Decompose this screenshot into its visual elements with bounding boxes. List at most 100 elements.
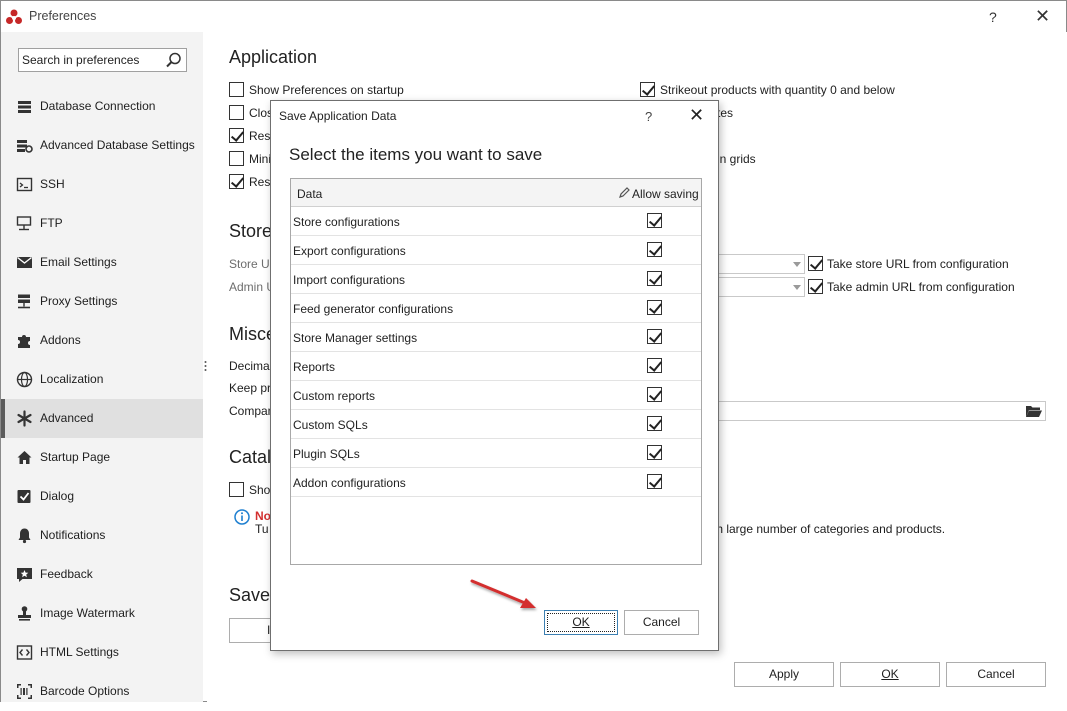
option-checkbox-4[interactable] <box>229 151 244 166</box>
admin-url-combo[interactable] <box>712 277 805 297</box>
table-row[interactable]: Export configurations <box>291 236 701 265</box>
take-store-url-label: Take store URL from configuration <box>827 257 1009 271</box>
allow-saving-checkbox[interactable] <box>647 474 662 489</box>
search-icon[interactable] <box>165 51 183 69</box>
sidebar-item-notifications[interactable]: Notifications <box>1 516 203 555</box>
sidebar-item-advanced[interactable]: Advanced <box>1 399 203 438</box>
help-button[interactable]: ? <box>989 9 997 25</box>
save-application-data-dialog: Save Application Data ? ✕ Select the ite… <box>270 100 719 651</box>
sidebar-item-barcode-options[interactable]: Barcode Options <box>1 672 203 711</box>
row-label: Custom reports <box>293 389 376 403</box>
database-settings-icon <box>17 140 33 153</box>
table-row[interactable]: Custom SQLs <box>291 410 701 439</box>
option-checkbox-2[interactable] <box>229 105 244 120</box>
sidebar-item-label: FTP <box>40 216 63 230</box>
grid-header: Data Allow saving <box>291 179 701 207</box>
sidebar-item-proxy-settings[interactable]: Proxy Settings <box>1 282 203 321</box>
dialog-ok-button[interactable]: OK <box>544 610 618 635</box>
sidebar-item-advanced-database-settings[interactable]: Advanced Database Settings <box>1 126 203 165</box>
dialog-close-button[interactable]: ✕ <box>689 105 704 126</box>
table-row[interactable]: Store configurations <box>291 207 701 236</box>
apply-button[interactable]: Apply <box>734 662 834 687</box>
allow-saving-checkbox[interactable] <box>647 416 662 431</box>
table-row[interactable]: Plugin SQLs <box>291 439 701 468</box>
table-row[interactable]: Import configurations <box>291 265 701 294</box>
chevron-down-icon <box>793 285 801 290</box>
table-row[interactable]: Reports <box>291 352 701 381</box>
terminal-icon <box>16 177 33 192</box>
pencil-icon <box>619 187 630 198</box>
server-icon <box>18 294 30 309</box>
app-logo-icon <box>6 9 22 24</box>
table-row[interactable]: Feed generator configurations <box>291 294 701 323</box>
ok-button-label: OK <box>881 667 899 681</box>
folder-open-icon[interactable] <box>1025 403 1043 419</box>
allow-saving-checkbox[interactable] <box>647 242 662 257</box>
bell-icon <box>18 528 31 544</box>
sidebar-item-feedback[interactable]: Feedback <box>1 555 203 594</box>
option-checkbox-5[interactable] <box>229 174 244 189</box>
sidebar-item-addons[interactable]: Addons <box>1 321 203 360</box>
option-checkbox-3[interactable] <box>229 128 244 143</box>
save-items-grid: Data Allow saving Store configurations E… <box>290 178 702 565</box>
title-bar: Preferences ? ✕ <box>1 1 1066 32</box>
sidebar-item-label: Dialog <box>40 489 75 503</box>
take-admin-url-label: Take admin URL from configuration <box>827 280 1015 294</box>
cancel-button[interactable]: Cancel <box>946 662 1046 687</box>
row-label: Plugin SQLs <box>293 447 360 461</box>
code-icon <box>16 645 33 660</box>
table-row[interactable]: Custom reports <box>291 381 701 410</box>
sidebar-item-label: HTML Settings <box>40 645 119 659</box>
catalog-show-checkbox[interactable] <box>229 482 244 497</box>
ok-button[interactable]: OK <box>840 662 940 687</box>
company-path-input[interactable] <box>712 401 1046 421</box>
allow-saving-checkbox[interactable] <box>647 329 662 344</box>
database-icon <box>18 101 31 113</box>
sidebar-item-image-watermark[interactable]: Image Watermark <box>1 594 203 633</box>
allow-saving-checkbox[interactable] <box>647 445 662 460</box>
sidebar-item-ftp[interactable]: FTP <box>1 204 203 243</box>
misc-heading: Misce <box>229 324 277 344</box>
option-label-4: Mini <box>249 152 272 166</box>
allow-saving-checkbox[interactable] <box>647 300 662 315</box>
dialog-help-button[interactable]: ? <box>645 109 652 124</box>
sidebar-item-dialog[interactable]: Dialog <box>1 477 203 516</box>
sidebar-item-label: Startup Page <box>40 450 111 464</box>
sidebar-item-label: Advanced <box>40 411 94 425</box>
allow-saving-checkbox[interactable] <box>647 387 662 402</box>
strikeout-checkbox[interactable] <box>640 82 655 97</box>
allow-saving-checkbox[interactable] <box>647 358 662 373</box>
dialog-heading: Select the items you want to save <box>289 145 543 164</box>
sidebar-item-localization[interactable]: Localization <box>1 360 203 399</box>
envelope-icon <box>17 256 32 268</box>
close-button[interactable]: ✕ <box>1035 6 1050 27</box>
row-label: Store Manager settings <box>293 331 418 345</box>
sidebar-item-label: Proxy Settings <box>40 294 118 308</box>
sidebar-item-database-connection[interactable]: Database Connection <box>1 87 203 126</box>
column-data-header[interactable]: Data <box>297 187 322 201</box>
table-row[interactable]: Store Manager settings <box>291 323 701 352</box>
checkbox-icon <box>17 490 31 503</box>
sidebar-item-ssh[interactable]: SSH <box>1 165 203 204</box>
store-heading: Store <box>229 221 273 241</box>
note-text-start: Tu <box>255 522 269 536</box>
column-allow-saving-header[interactable]: Allow saving <box>632 187 699 201</box>
sidebar-item-startup-page[interactable]: Startup Page <box>1 438 203 477</box>
take-admin-url-checkbox[interactable] <box>808 279 823 294</box>
allow-saving-checkbox[interactable] <box>647 271 662 286</box>
allow-saving-checkbox[interactable] <box>647 213 662 228</box>
sidebar-item-label: Advanced Database Settings <box>40 138 195 152</box>
info-icon <box>234 509 250 525</box>
search-input[interactable]: Search in preferences <box>18 48 187 72</box>
decimal-label: Decimal <box>229 359 273 373</box>
dialog-cancel-button[interactable]: Cancel <box>624 610 699 635</box>
sidebar-item-label: Image Watermark <box>40 606 135 620</box>
sidebar-item-label: SSH <box>40 177 65 191</box>
table-row[interactable]: Addon configurations <box>291 468 701 497</box>
show-preferences-checkbox[interactable] <box>229 82 244 97</box>
sidebar-item-html-settings[interactable]: HTML Settings <box>1 633 203 672</box>
dialog-ok-label: OK <box>572 615 590 629</box>
store-url-combo[interactable] <box>712 254 805 274</box>
sidebar-item-email-settings[interactable]: Email Settings <box>1 243 203 282</box>
take-store-url-checkbox[interactable] <box>808 256 823 271</box>
